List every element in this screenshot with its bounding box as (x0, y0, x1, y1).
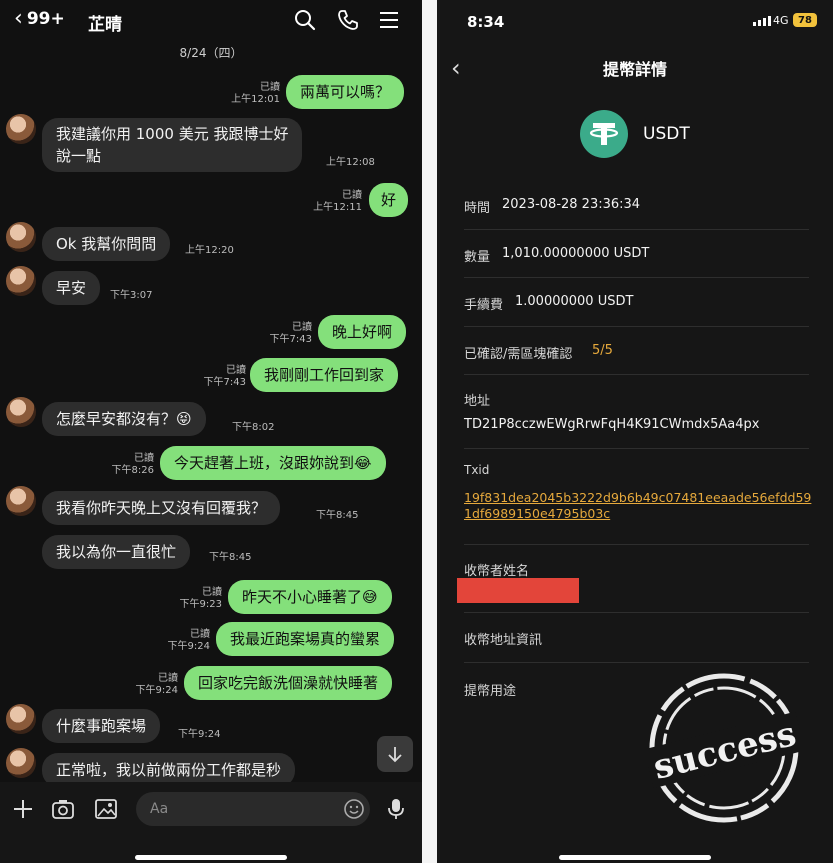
message-time: 下午8:45 (209, 552, 252, 563)
divider (464, 612, 809, 613)
message-time: 下午8:02 (232, 422, 275, 433)
message-bubble[interactable]: 今天趕著上班，沒跟妳說到😂 (160, 446, 386, 480)
message-bubble[interactable]: 我建議你用 1000 美元 我跟博士好 說一點 (42, 118, 303, 172)
date-separator: 8/24（四） (179, 46, 243, 60)
page-title: 提幣詳情 (602, 60, 667, 79)
address-label: 地址 (464, 394, 491, 409)
message-time: 下午8:45 (316, 510, 359, 521)
chat-header: ‹ 99+ 芷晴 (0, 0, 422, 40)
phone-icon[interactable] (336, 8, 360, 32)
divider (464, 448, 809, 449)
avatar[interactable] (6, 704, 36, 734)
read-receipt: 已讀 下午8:26 (111, 453, 154, 476)
avatar[interactable] (6, 114, 36, 144)
purpose-label: 提幣用途 (464, 684, 517, 699)
message-bubble[interactable]: 好 (369, 183, 409, 217)
home-indicator (135, 855, 287, 860)
avatar[interactable] (6, 222, 36, 252)
divider (464, 374, 809, 375)
message-bubble[interactable]: 晚上好啊 (318, 315, 407, 349)
divider (464, 277, 809, 278)
message-time: 上午12:08 (326, 157, 375, 168)
message-bubble[interactable]: 兩萬可以嗎？ (286, 75, 405, 109)
home-indicator (559, 855, 711, 860)
txid-label: Txid (464, 463, 490, 477)
amount-value: 1,010.00000000 USDT (502, 246, 650, 261)
message-bubble[interactable]: 我看你昨天晚上又沒有回覆我？ (42, 491, 281, 525)
read-receipt: 已讀 下午9:23 (179, 587, 222, 610)
camera-icon[interactable] (50, 796, 76, 822)
arrow-down-icon (388, 747, 402, 763)
fee-value: 1.00000000 USDT (515, 294, 634, 309)
message-time: 下午9:24 (178, 729, 221, 740)
address-value[interactable]: TD21P8cczwEWgRrwFqH4K91CWmdx5Aa4px (464, 417, 759, 432)
avatar[interactable] (6, 266, 36, 296)
status-bar-time: 8:34 (467, 13, 505, 31)
menu-icon[interactable] (377, 8, 401, 32)
back-button[interactable]: ‹ 99+ (14, 8, 65, 30)
message-bubble[interactable]: 回家吃完飯洗個澡就快睡著 (184, 666, 393, 700)
avatar[interactable] (6, 486, 36, 516)
message-bubble[interactable]: 什麼事跑案場 (42, 709, 161, 743)
divider (464, 229, 809, 230)
unread-count: 99+ (26, 9, 65, 29)
withdrawal-detail-screen: 8:34 4G 78 ‹ 提幣詳情 USDT 時間 2023-08-28 23:… (437, 0, 833, 863)
chat-screen: ‹ 99+ 芷晴 8/24（四） 已讀 上午12:01 兩萬可以嗎？ 我建議你用 … (0, 0, 422, 863)
message-input[interactable] (136, 792, 370, 826)
message-time: 下午3:07 (110, 290, 153, 301)
tether-logo-icon (580, 110, 628, 158)
message-bubble[interactable]: 昨天不小心睡著了😅 (228, 580, 392, 614)
time-label: 時間 (464, 201, 491, 216)
image-icon[interactable] (93, 796, 119, 822)
time-value: 2023-08-28 23:36:34 (502, 197, 641, 212)
signal-icon (753, 16, 771, 26)
confirmations-value: 5/5 (592, 343, 613, 358)
coin-name: USDT (643, 124, 690, 144)
emoji-icon[interactable] (341, 796, 367, 822)
message-bubble[interactable]: 怎麼早安都沒有？😝 (42, 402, 206, 436)
receiver-address-label: 收幣地址資訊 (464, 633, 543, 648)
read-receipt: 已讀 下午9:24 (135, 673, 178, 696)
divider (464, 326, 809, 327)
microphone-icon[interactable] (383, 796, 409, 822)
read-receipt: 已讀 上午12:01 (231, 82, 280, 105)
message-bubble[interactable]: 我最近跑案場真的蠻累 (216, 622, 395, 656)
success-stamp-icon: success (648, 673, 800, 823)
contact-name: 芷晴 (88, 15, 122, 35)
message-bubble[interactable]: 我剛剛工作回到家 (250, 358, 399, 392)
scroll-to-bottom-button[interactable] (377, 736, 413, 772)
avatar[interactable] (6, 748, 36, 778)
avatar[interactable] (6, 397, 36, 427)
read-receipt: 已讀 下午7:43 (203, 365, 246, 388)
battery-icon: 78 (793, 13, 817, 27)
network-type: 4G (773, 14, 789, 27)
divider (464, 662, 809, 663)
read-receipt: 已讀 上午12:11 (313, 190, 362, 213)
search-icon[interactable] (293, 8, 317, 32)
plus-icon[interactable] (10, 796, 36, 822)
txid-link[interactable]: 19f831dea2045b3222d9b6b49c07481eeaade56e… (464, 490, 814, 522)
composer-bar (0, 782, 422, 863)
message-bubble[interactable]: 我以為你一直很忙 (42, 535, 191, 569)
redaction-bar (457, 578, 579, 603)
fee-label: 手續費 (464, 298, 504, 313)
message-bubble[interactable]: Ok 我幫你問問 (42, 227, 171, 261)
receiver-name-label: 收幣者姓名 (464, 564, 530, 579)
message-bubble[interactable]: 早安 (42, 271, 101, 305)
message-time: 上午12:20 (185, 245, 234, 256)
chevron-left-icon: ‹ (14, 6, 23, 31)
amount-label: 數量 (464, 250, 491, 265)
divider (464, 544, 809, 545)
read-receipt: 已讀 下午9:24 (167, 629, 210, 652)
read-receipt: 已讀 下午7:43 (269, 322, 312, 345)
confirmations-label: 已確認/需區塊確認 (464, 347, 573, 362)
